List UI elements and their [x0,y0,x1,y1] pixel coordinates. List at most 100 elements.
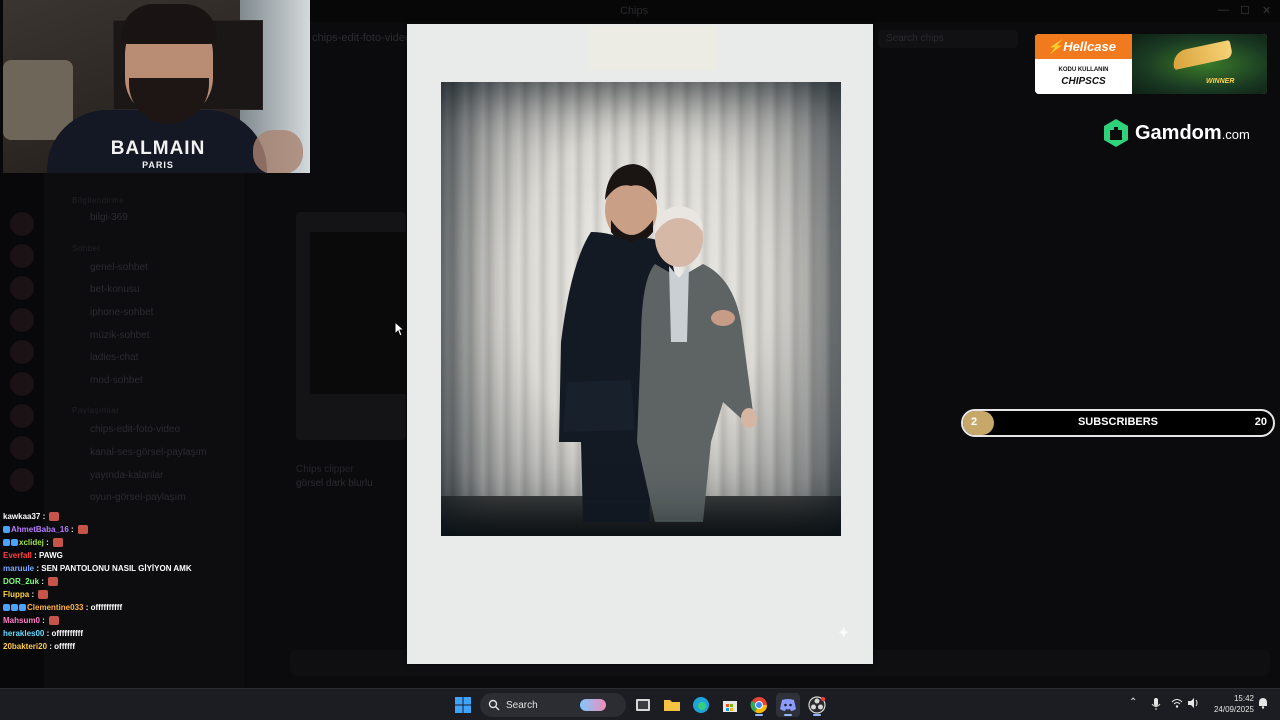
chat-text: SEN PANTOLONU NASIL GİYİYON AMK [41,564,192,573]
search-highlight-icon [579,699,606,711]
channel-item[interactable]: chips-edit-foto-video [90,424,180,435]
gamdom-tld: .com [1221,126,1250,142]
system-clock[interactable]: 15:42 24/09/2025 [1206,693,1254,715]
chat-badge-icon [3,539,10,546]
message-text: görsel dark blurlu [296,478,373,489]
wifi-icon[interactable] [1171,697,1183,709]
server-icon[interactable] [10,276,34,300]
store-button[interactable] [718,693,742,717]
chat-message: DOR_2uk : [3,575,263,588]
channel-header-title: chips-edit-foto-video-p [312,32,421,44]
windows-icon [455,697,471,713]
chat-message: xclidej : [3,536,263,549]
hellcase-logo: ⚡Hellcase [1035,34,1132,59]
server-icon[interactable] [10,372,34,396]
chat-username[interactable]: xclidej [19,536,44,549]
channel-item[interactable]: müzik-sohbet [90,330,149,341]
channel-item[interactable]: bet-konusu [90,284,139,295]
microphone-icon[interactable] [1151,697,1161,711]
server-icon[interactable] [10,308,34,332]
chat-username[interactable]: maruule [3,562,34,575]
chat-separator: : [47,642,55,651]
channel-category[interactable]: Sohbet [72,244,100,253]
discord-button[interactable] [776,693,800,717]
gamdom-icon [1104,119,1128,147]
sparkle-icon: ✦ [837,625,851,642]
server-icon[interactable] [10,340,34,364]
winner-label: WINNER [1206,78,1235,85]
chrome-button[interactable] [747,693,771,717]
task-view-button[interactable] [631,693,655,717]
search-icon [488,699,500,711]
channel-item[interactable]: yayında-kalanlar [90,470,163,481]
chat-separator: : [31,551,40,560]
chat-emote-icon [48,577,59,586]
message-author[interactable]: Chips clipper [296,464,354,475]
edge-icon [693,697,709,713]
chat-separator: : [44,629,52,638]
chat-text: offffffffff [51,629,84,638]
folder-icon [664,700,680,711]
close-button[interactable]: ✕ [1262,4,1271,17]
obs-button[interactable] [805,693,829,717]
chat-username[interactable]: AhmetBaba_16 [11,523,69,536]
desktop: Chips — ☐ ✕ Bilgilendirme bilgi-369 Sohb… [0,0,1280,720]
image-viewer[interactable]: ✦ [407,24,873,664]
webcam-feed: BALMAIN PARIS [3,0,310,173]
shirt-sub-brand: PARIS [142,160,174,170]
show-hidden-icons-button[interactable]: ⌃ [1129,697,1137,708]
chat-separator: : [83,603,91,612]
attachment-image [310,232,406,394]
channel-category[interactable]: Paylaşımlar [72,406,119,415]
chat-separator: : [34,564,42,573]
channel-category[interactable]: Bilgilendirme [72,196,124,205]
running-indicator [755,714,763,716]
polaroid-photo [441,82,841,536]
chat-username[interactable]: kawkaa37 [3,510,40,523]
code-label: KODU KULLANIN [1058,67,1109,73]
server-icon[interactable] [10,212,34,236]
chat-username[interactable]: Fluppa [3,588,29,601]
sponsor-code-panel: ⚡Hellcase KODU KULLANIN CHIPSCS [1035,34,1132,94]
server-icon[interactable] [10,436,34,460]
chat-username[interactable]: DOR_2uk [3,575,39,588]
volume-icon[interactable] [1187,697,1199,709]
maximize-button[interactable]: ☐ [1240,4,1250,17]
channel-item[interactable]: oyun-görsel-paylaşım [90,492,186,503]
chat-badge-icon [11,539,18,546]
channel-item[interactable]: iphone-sohbet [90,307,153,318]
chat-username[interactable]: herakles00 [3,627,44,640]
edge-button[interactable] [689,693,713,717]
channel-item[interactable]: mod-sohbet [90,375,143,386]
sponsor-brand: Hellcase [1063,39,1116,54]
subscriber-label: SUBSCRIBERS [1077,416,1159,428]
taskbar-search[interactable]: Search [480,693,626,717]
streamer-hair [121,4,217,44]
server-icon[interactable] [10,404,34,428]
channel-item[interactable]: genel-sohbet [90,262,148,273]
task-view-icon [636,699,650,711]
discord-icon [780,699,796,711]
chat-username[interactable]: Clementine033 [27,601,83,614]
chat-username[interactable]: 20bakteri20 [3,640,47,653]
chat-message: herakles00 : offffffffff [3,627,263,640]
knife-icon [1170,39,1234,71]
channel-item[interactable]: bilgi-369 [90,212,128,223]
channel-item[interactable]: ladies-chat [90,352,138,363]
server-icon[interactable] [10,468,34,492]
chat-emote-icon [38,590,49,599]
chat-username[interactable]: Everfall [3,549,32,562]
sponsor-banner: ⚡Hellcase KODU KULLANIN CHIPSCS WINNER [1035,34,1267,94]
chat-message: Clementine033 : offffffffff [3,601,263,614]
sponsor-art: WINNER [1132,34,1267,94]
chat-username[interactable]: Mahsum0 [3,614,40,627]
chat-emote-icon [49,616,60,625]
notification-bell-icon[interactable] [1257,697,1269,709]
server-icon[interactable] [10,244,34,268]
minimize-button[interactable]: — [1218,4,1229,16]
chat-text: PAWG [39,551,63,560]
start-button[interactable] [451,693,475,717]
search-input[interactable]: Search chips [878,30,1018,48]
channel-item[interactable]: kanal-ses-görsel-paylaşım [90,447,207,458]
file-explorer-button[interactable] [660,693,684,717]
